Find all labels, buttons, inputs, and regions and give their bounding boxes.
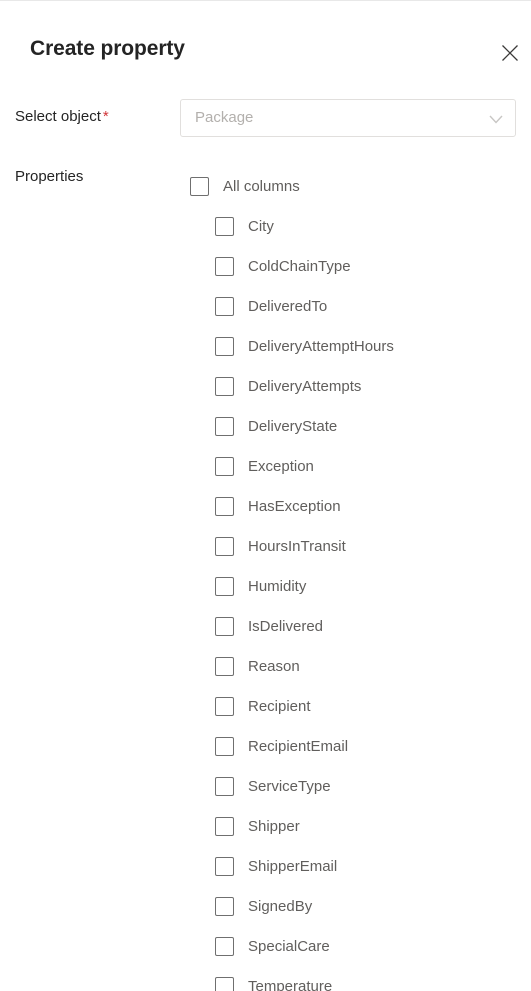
checkbox-label: Exception (248, 457, 314, 475)
checkbox-row[interactable]: Recipient (0, 686, 531, 726)
checkbox-icon[interactable] (215, 736, 234, 756)
checkbox-label: Shipper (248, 817, 300, 835)
checkbox-icon[interactable] (215, 576, 234, 596)
checkbox-row[interactable]: SignedBy (0, 886, 531, 926)
required-indicator: * (102, 108, 109, 125)
checkbox-icon[interactable] (215, 496, 234, 516)
checkbox-icon[interactable] (215, 616, 234, 636)
checkbox-label: DeliveryAttemptHours (248, 337, 394, 355)
checkbox-label: Reason (248, 657, 300, 675)
checkbox-row[interactable]: Humidity (0, 566, 531, 606)
checkbox-icon[interactable] (215, 256, 234, 276)
checkbox-label: DeliveredTo (248, 297, 328, 315)
checkbox-icon[interactable] (215, 296, 234, 316)
checkbox-label: IsDelivered (248, 617, 324, 635)
checkbox-icon[interactable] (215, 216, 234, 236)
checkbox-icon[interactable] (215, 456, 234, 476)
checkbox-icon[interactable] (215, 536, 234, 556)
checkbox-row[interactable]: DeliveryState (0, 406, 531, 446)
checkbox-row[interactable]: ServiceType (0, 766, 531, 806)
checkbox-row[interactable]: City (0, 206, 531, 246)
page-title: Create property (30, 37, 185, 60)
checkbox-icon[interactable] (215, 656, 234, 676)
checkbox-label: City (248, 217, 274, 235)
checkbox-row[interactable]: RecipientEmail (0, 726, 531, 766)
checkbox-label: SpecialCare (248, 937, 330, 955)
checkbox-label: DeliveryState (248, 417, 338, 435)
checkbox-row[interactable]: HasException (0, 486, 531, 526)
checkbox-label: Humidity (248, 577, 307, 595)
properties-checkbox-list: All columns City ColdChainType DeliveredTo… (0, 166, 531, 991)
checkbox-icon[interactable] (215, 936, 234, 956)
checkbox-row[interactable]: Exception (0, 446, 531, 486)
checkbox-label: All columns (223, 177, 300, 195)
checkbox-row-all-columns[interactable]: All columns (0, 166, 531, 206)
panel-header: Create property (0, 1, 531, 93)
checkbox-icon[interactable] (215, 776, 234, 796)
checkbox-label: HasException (248, 497, 341, 515)
checkbox-icon[interactable] (215, 816, 234, 836)
checkbox-icon[interactable] (215, 976, 234, 991)
close-icon (501, 44, 519, 62)
select-object-dropdown[interactable]: Package (180, 99, 516, 137)
close-button[interactable] (494, 37, 526, 69)
checkbox-icon[interactable] (215, 696, 234, 716)
checkbox-row[interactable]: DeliveryAttempts (0, 366, 531, 406)
checkbox-row[interactable]: ShipperEmail (0, 846, 531, 886)
checkbox-label: RecipientEmail (248, 737, 349, 755)
checkbox-label: ShipperEmail (248, 857, 338, 875)
chevron-down-icon (489, 113, 503, 125)
checkbox-row[interactable]: DeliveryAttemptHours (0, 326, 531, 366)
checkbox-row[interactable]: SpecialCare (0, 926, 531, 966)
checkbox-row[interactable]: HoursInTransit (0, 526, 531, 566)
select-object-label: Select object * (15, 108, 109, 125)
checkbox-label: SignedBy (248, 897, 313, 915)
checkbox-icon[interactable] (215, 856, 234, 876)
select-object-placeholder: Package (195, 109, 254, 126)
checkbox-row[interactable]: DeliveredTo (0, 286, 531, 326)
checkbox-row[interactable]: Reason (0, 646, 531, 686)
checkbox-row[interactable]: Shipper (0, 806, 531, 846)
checkbox-icon[interactable] (215, 896, 234, 916)
checkbox-icon[interactable] (215, 336, 234, 356)
property-items-container: City ColdChainType DeliveredTo DeliveryAtte… (0, 206, 531, 991)
checkbox-row[interactable]: IsDelivered (0, 606, 531, 646)
checkbox-row[interactable]: Temperature (0, 966, 531, 991)
checkbox-label: Temperature (248, 977, 333, 991)
checkbox-label: HoursInTransit (248, 537, 346, 555)
checkbox-label: Recipient (248, 697, 311, 715)
checkbox-icon[interactable] (190, 176, 209, 196)
checkbox-row[interactable]: ColdChainType (0, 246, 531, 286)
checkbox-label: ServiceType (248, 777, 331, 795)
select-object-label-text: Select object (15, 108, 101, 125)
select-object-row: Select object * Package (0, 99, 531, 137)
checkbox-icon[interactable] (215, 416, 234, 436)
create-property-panel: Create property Select object * Package P… (0, 0, 531, 991)
checkbox-label: ColdChainType (248, 257, 351, 275)
checkbox-icon[interactable] (215, 376, 234, 396)
checkbox-label: DeliveryAttempts (248, 377, 362, 395)
